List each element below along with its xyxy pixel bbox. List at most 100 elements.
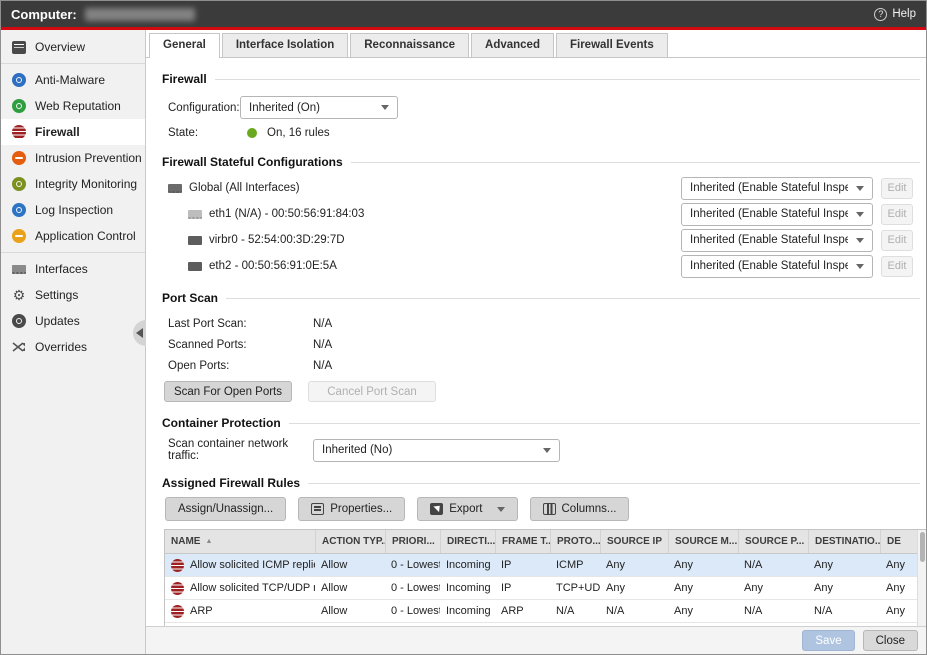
tab-general[interactable]: General bbox=[149, 33, 220, 58]
edit-button[interactable]: Edit bbox=[881, 256, 913, 277]
window-title: Computer: bbox=[11, 7, 77, 22]
close-button[interactable]: Close bbox=[863, 630, 918, 651]
export-button[interactable]: Export bbox=[417, 497, 517, 521]
cancel-port-scan-button[interactable]: Cancel Port Scan bbox=[308, 381, 436, 402]
open-ports-row: Open Ports: N/A bbox=[168, 355, 926, 376]
column-header-source-port[interactable]: SOURCE P... bbox=[738, 530, 808, 553]
sidebar-item-overrides[interactable]: Overrides bbox=[1, 334, 145, 360]
sidebar-item-anti-malware[interactable]: Anti-Malware bbox=[1, 67, 145, 93]
web-reputation-icon bbox=[12, 99, 26, 113]
stateful-row-virbr0: virbr0 - 52:54:00:3D:29:7D Inherited (En… bbox=[168, 227, 926, 253]
integrity-monitoring-icon bbox=[12, 177, 26, 191]
sidebar-item-label: Anti-Malware bbox=[35, 73, 105, 87]
sidebar-item-label: Log Inspection bbox=[35, 203, 113, 217]
help-button[interactable]: ? Help bbox=[874, 8, 916, 21]
sort-ascending-icon: ▲ bbox=[205, 538, 212, 545]
state-value: On, 16 rules bbox=[267, 127, 330, 139]
table-body: Allow solicited ICMP replies Allow 0 - L… bbox=[165, 554, 917, 626]
field-value: N/A bbox=[313, 318, 332, 330]
rules-toolbar: Assign/Unassign... Properties... Export … bbox=[165, 497, 926, 521]
configuration-value: Inherited (On) bbox=[249, 102, 373, 114]
section-title: Firewall Stateful Configurations bbox=[162, 155, 343, 169]
sidebar-item-integrity-monitoring[interactable]: Integrity Monitoring bbox=[1, 171, 145, 197]
column-header-destination-mac[interactable]: DE bbox=[880, 530, 917, 553]
container-protection-section-heading: Container Protection bbox=[162, 416, 926, 430]
field-value: N/A bbox=[313, 339, 332, 351]
section-title: Port Scan bbox=[162, 291, 218, 305]
overrides-shuffle-icon bbox=[12, 341, 26, 353]
intrusion-prevention-icon bbox=[12, 151, 26, 165]
vertical-scrollbar-thumb[interactable] bbox=[920, 532, 925, 562]
edit-button[interactable]: Edit bbox=[881, 204, 913, 225]
chevron-down-icon bbox=[856, 212, 864, 217]
field-label: Scanned Ports: bbox=[168, 339, 313, 351]
network-interface-icon bbox=[188, 236, 202, 245]
sidebar-item-settings[interactable]: ⚙ Settings bbox=[1, 282, 145, 308]
sidebar-item-web-reputation[interactable]: Web Reputation bbox=[1, 93, 145, 119]
status-dot bbox=[247, 128, 257, 138]
interface-label: virbr0 - 52:54:00:3D:29:7D bbox=[209, 234, 345, 246]
vertical-scrollbar[interactable] bbox=[917, 530, 926, 626]
edit-button[interactable]: Edit bbox=[881, 178, 913, 199]
stateful-row-eth1: eth1 (N/A) - 00:50:56:91:84:03 Inherited… bbox=[168, 201, 926, 227]
export-icon bbox=[430, 503, 443, 515]
column-header-action-type[interactable]: ACTION TYP... bbox=[315, 530, 385, 553]
assign-unassign-button[interactable]: Assign/Unassign... bbox=[165, 497, 286, 521]
firewall-rule-icon bbox=[171, 605, 184, 618]
columns-icon bbox=[543, 503, 556, 515]
chevron-down-icon bbox=[856, 186, 864, 191]
sidebar-item-firewall[interactable]: Firewall bbox=[1, 119, 145, 145]
sidebar-item-application-control[interactable]: Application Control bbox=[1, 223, 145, 249]
stateful-config-value: Inherited (Enable Stateful Inspection) bbox=[690, 260, 848, 272]
interface-label: eth2 - 00:50:56:91:0E:5A bbox=[209, 260, 337, 272]
chevron-down-icon bbox=[497, 507, 505, 512]
sidebar-item-log-inspection[interactable]: Log Inspection bbox=[1, 197, 145, 223]
column-header-protocol[interactable]: PROTO... bbox=[550, 530, 600, 553]
stateful-config-select[interactable]: Inherited (Enable Stateful Inspection) bbox=[681, 229, 873, 252]
sidebar-item-intrusion-prevention[interactable]: Intrusion Prevention bbox=[1, 145, 145, 171]
tab-reconnaissance[interactable]: Reconnaissance bbox=[350, 33, 469, 57]
scan-for-open-ports-button[interactable]: Scan For Open Ports bbox=[164, 381, 292, 402]
stateful-config-select[interactable]: Inherited (Enable Stateful Inspection) bbox=[681, 255, 873, 278]
chevron-down-icon bbox=[381, 105, 389, 110]
tab-advanced[interactable]: Advanced bbox=[471, 33, 554, 57]
stateful-row-eth2: eth2 - 00:50:56:91:0E:5A Inherited (Enab… bbox=[168, 253, 926, 279]
configuration-label: Configuration: bbox=[168, 102, 240, 114]
table-row[interactable]: Allow solicited TCP/UDP replies Allow 0 … bbox=[165, 577, 917, 600]
sidebar-item-updates[interactable]: Updates bbox=[1, 308, 145, 334]
container-traffic-select[interactable]: Inherited (No) bbox=[313, 439, 560, 462]
column-header-source-ip[interactable]: SOURCE IP bbox=[600, 530, 668, 553]
edit-button[interactable]: Edit bbox=[881, 230, 913, 251]
sidebar-item-label: Overview bbox=[35, 40, 85, 54]
section-title: Assigned Firewall Rules bbox=[162, 476, 300, 490]
properties-button[interactable]: Properties... bbox=[298, 497, 405, 521]
port-scan-buttons: Scan For Open Ports Cancel Port Scan bbox=[164, 381, 926, 402]
chevron-down-icon bbox=[856, 264, 864, 269]
firewall-icon bbox=[12, 125, 26, 139]
save-button[interactable]: Save bbox=[802, 630, 854, 651]
column-header-frame-type[interactable]: FRAME T... bbox=[495, 530, 550, 553]
column-header-direction[interactable]: DIRECTI... bbox=[440, 530, 495, 553]
column-header-priority[interactable]: PRIORI... bbox=[385, 530, 440, 553]
stateful-config-value: Inherited (Enable Stateful Inspection) bbox=[690, 182, 848, 194]
table-row[interactable]: ARP Allow 0 - Lowest Incoming ARP N/A N/… bbox=[165, 600, 917, 623]
tab-interface-isolation[interactable]: Interface Isolation bbox=[222, 33, 348, 57]
title-bar: Computer: ? Help bbox=[1, 1, 926, 30]
section-title: Container Protection bbox=[162, 416, 281, 430]
stateful-config-select[interactable]: Inherited (Enable Stateful Inspection) bbox=[681, 177, 873, 200]
rule-name: ARP bbox=[190, 605, 213, 617]
stateful-config-select[interactable]: Inherited (Enable Stateful Inspection) bbox=[681, 203, 873, 226]
configuration-select[interactable]: Inherited (On) bbox=[240, 96, 398, 119]
sidebar-item-interfaces[interactable]: Interfaces bbox=[1, 256, 145, 282]
tab-firewall-events[interactable]: Firewall Events bbox=[556, 33, 668, 57]
sidebar-item-overview[interactable]: Overview bbox=[1, 34, 145, 60]
application-control-icon bbox=[12, 229, 26, 243]
column-header-name[interactable]: NAME ▲ bbox=[165, 530, 315, 553]
columns-button[interactable]: Columns... bbox=[530, 497, 630, 521]
state-row: State: On, 16 rules bbox=[168, 127, 926, 139]
column-header-source-mac[interactable]: SOURCE M... bbox=[668, 530, 738, 553]
column-header-destination-ip[interactable]: DESTINATIO... bbox=[808, 530, 880, 553]
assigned-rules-section-heading: Assigned Firewall Rules bbox=[162, 476, 926, 490]
table-row[interactable]: Allow solicited ICMP replies Allow 0 - L… bbox=[165, 554, 917, 577]
field-label: Last Port Scan: bbox=[168, 318, 313, 330]
